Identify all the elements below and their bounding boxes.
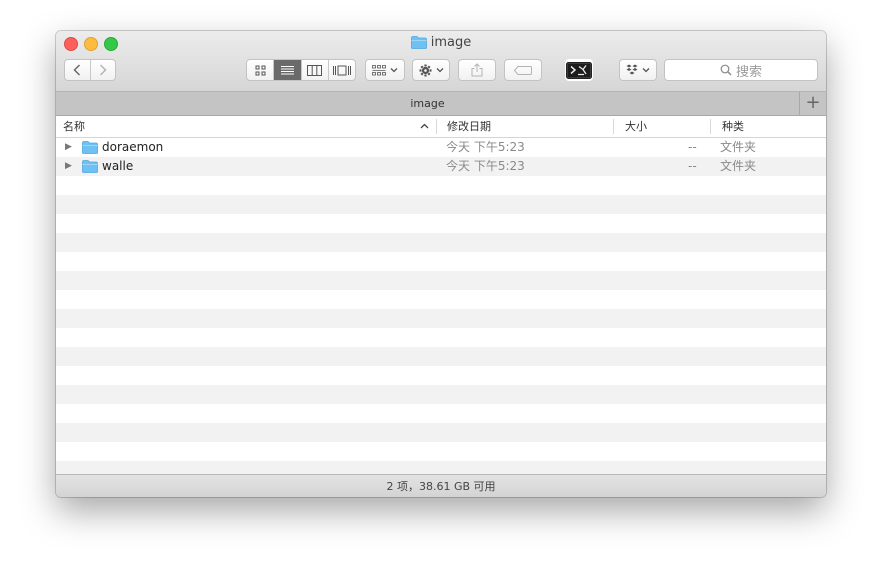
empty-row [56, 214, 826, 233]
chevron-down-icon [436, 68, 443, 73]
column-header-kind[interactable]: 种类 [722, 116, 744, 137]
new-tab-button[interactable]: + [799, 92, 826, 115]
action-button[interactable] [412, 59, 450, 81]
coverflow-view-icon [332, 65, 351, 75]
tab-image[interactable]: image [56, 92, 799, 115]
column-divider[interactable] [710, 119, 711, 134]
empty-row [56, 195, 826, 214]
empty-row [56, 366, 826, 385]
dropbox-icon [626, 64, 638, 75]
share-icon [471, 63, 483, 77]
finder-window: image 搜索 image + 名称 修改日期 大小 种类 ▶ doraemo… [56, 31, 826, 497]
search-placeholder: 搜索 [735, 64, 762, 80]
plus-icon: + [805, 92, 821, 113]
status-bar: 2 项，38.61 GB 可用 [56, 474, 826, 497]
dropbox-button[interactable] [619, 59, 657, 81]
empty-row [56, 271, 826, 290]
back-button[interactable] [65, 60, 91, 80]
file-kind: 文件夹 [720, 140, 757, 154]
empty-row [56, 309, 826, 328]
tags-button[interactable] [504, 59, 542, 81]
tab-bar: image + [56, 92, 826, 116]
forward-button[interactable] [91, 60, 116, 80]
column-divider[interactable] [613, 119, 614, 134]
terminal-button[interactable] [565, 59, 593, 81]
gear-icon [419, 64, 431, 76]
column-header-date[interactable]: 修改日期 [447, 116, 491, 137]
empty-row [56, 290, 826, 309]
file-name: doraemon [102, 140, 164, 154]
terminal-icon [566, 61, 592, 79]
empty-row [56, 233, 826, 252]
empty-row [56, 404, 826, 423]
search-input[interactable]: 搜索 [664, 59, 818, 81]
tag-icon [514, 65, 532, 75]
view-mode-group [246, 59, 356, 81]
window-title: image [56, 34, 826, 52]
disclosure-triangle-icon[interactable]: ▶ [65, 138, 72, 157]
list-view-button[interactable] [274, 60, 302, 80]
empty-row [56, 252, 826, 271]
empty-row [56, 461, 826, 474]
window-title-text: image [430, 35, 472, 50]
empty-row [56, 176, 826, 195]
file-size: -- [688, 159, 697, 173]
search-icon [720, 64, 732, 76]
empty-row [56, 442, 826, 461]
column-header: 名称 修改日期 大小 种类 [56, 116, 826, 138]
chevron-down-icon [642, 68, 650, 73]
status-text: 2 项，38.61 GB 可用 [386, 480, 496, 493]
arrange-button[interactable] [365, 59, 405, 81]
sort-ascending-icon[interactable] [420, 123, 429, 129]
column-divider[interactable] [436, 119, 437, 134]
file-size: -- [688, 140, 697, 154]
file-row-doraemon[interactable]: ▶ doraemon 今天 下午5:23 -- 文件夹 [56, 138, 826, 157]
folder-icon [410, 36, 427, 49]
icon-view-button[interactable] [247, 60, 275, 80]
file-list: ▶ doraemon 今天 下午5:23 -- 文件夹 ▶ walle 今天 下… [56, 138, 826, 474]
folder-icon [82, 160, 98, 173]
share-button[interactable] [458, 59, 496, 81]
column-view-button[interactable] [302, 60, 329, 80]
empty-row [56, 328, 826, 347]
column-header-size[interactable]: 大小 [625, 116, 647, 137]
folder-icon [82, 141, 98, 154]
column-view-icon [307, 64, 323, 76]
chevron-left-icon [73, 64, 81, 76]
chevron-down-icon [390, 68, 398, 73]
disclosure-triangle-icon[interactable]: ▶ [65, 157, 72, 176]
coverflow-view-button[interactable] [329, 60, 355, 80]
empty-row [56, 347, 826, 366]
column-header-name[interactable]: 名称 [63, 116, 85, 137]
chevron-right-icon [99, 64, 107, 76]
icon-view-icon [255, 65, 266, 75]
file-kind: 文件夹 [720, 159, 757, 173]
file-name: walle [102, 159, 134, 173]
list-view-icon [280, 65, 294, 74]
arrange-icon [372, 64, 386, 75]
file-date: 今天 下午5:23 [446, 140, 525, 154]
empty-row [56, 423, 826, 442]
back-forward-group [64, 59, 116, 81]
titlebar: image 搜索 [56, 31, 826, 92]
empty-row [56, 385, 826, 404]
file-row-walle[interactable]: ▶ walle 今天 下午5:23 -- 文件夹 [56, 157, 826, 176]
file-date: 今天 下午5:23 [446, 159, 525, 173]
